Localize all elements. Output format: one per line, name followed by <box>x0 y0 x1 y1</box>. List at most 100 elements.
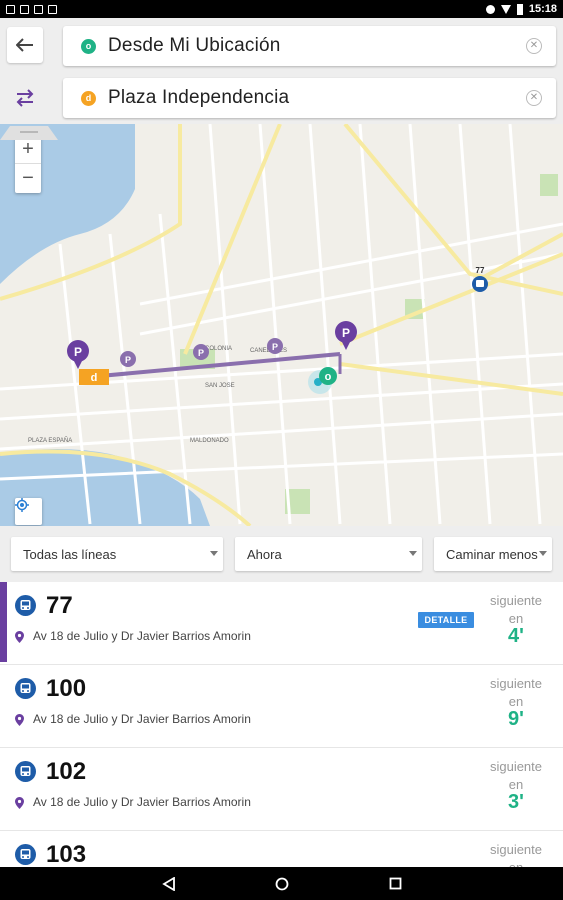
sync-icon <box>485 4 495 14</box>
nav-back-button[interactable] <box>149 867 189 900</box>
bus-icon <box>15 678 36 699</box>
eta-minutes: 4' <box>508 625 524 647</box>
origin-marker: o <box>319 367 337 385</box>
lines-dropdown[interactable]: Todas las líneas <box>11 537 223 571</box>
line-number: 77 <box>46 592 73 619</box>
time-dropdown[interactable]: Ahora <box>235 537 422 571</box>
arrow-left-icon <box>16 38 33 52</box>
street-label: PLAZA ESPAÑA <box>28 437 72 444</box>
parking-marker: P <box>335 321 357 350</box>
street-label: COLONIA <box>205 346 232 352</box>
system-nav-bar <box>0 867 563 900</box>
nav-home-button[interactable] <box>262 867 302 900</box>
eta-minutes: 3' <box>508 791 524 813</box>
parking-marker: P <box>193 344 209 360</box>
bus-icon <box>15 595 36 616</box>
notification-icon <box>48 4 57 14</box>
list-item[interactable]: 100 Av 18 de Julio y Dr Javier Barrios A… <box>0 665 563 748</box>
status-bar: 15:18 <box>0 0 563 18</box>
line-number: 102 <box>46 758 87 785</box>
svg-text:P: P <box>342 326 350 340</box>
caret-down-icon <box>210 551 218 556</box>
map-pin-icon <box>15 631 24 643</box>
svg-text:P: P <box>74 345 82 359</box>
svg-text:P: P <box>125 355 131 365</box>
bus-icon <box>15 761 36 782</box>
walk-dropdown-value: Caminar menos <box>446 546 538 562</box>
svg-text:o: o <box>325 371 332 383</box>
map-view[interactable]: COLONIA SAN JOSE MALDONADO CANELONES PLA… <box>0 124 563 526</box>
zoom-control: + − <box>15 136 41 193</box>
notification-icon <box>34 4 43 14</box>
back-button[interactable] <box>7 27 43 63</box>
lines-dropdown-value: Todas las líneas <box>23 546 117 562</box>
park <box>540 174 558 196</box>
origin-badge: o <box>81 38 96 54</box>
street-label: MALDONADO <box>190 438 229 444</box>
parking-marker: P <box>67 340 89 369</box>
line-number: 103 <box>46 841 87 867</box>
stop-name: Av 18 de Julio y Dr Javier Barrios Amori… <box>33 629 251 643</box>
caret-down-icon <box>409 551 417 556</box>
swap-button[interactable] <box>7 80 43 116</box>
map-canvas: COLONIA SAN JOSE MALDONADO CANELONES PLA… <box>0 124 563 526</box>
next-label-line1: siguiente <box>489 593 543 608</box>
list-item[interactable]: 103 siguiente en <box>0 831 563 867</box>
zoom-in-button[interactable]: + <box>15 136 41 164</box>
map-pin-icon <box>15 714 24 726</box>
next-label-line1: siguiente <box>489 759 543 774</box>
svg-text:P: P <box>272 342 278 352</box>
clear-origin-button[interactable]: ✕ <box>526 38 542 54</box>
wifi-icon <box>500 4 511 14</box>
svg-text:77: 77 <box>476 266 485 275</box>
notification-icons <box>6 4 57 14</box>
clock: 15:18 <box>528 3 557 15</box>
destination-badge: d <box>81 90 96 106</box>
bus-icon <box>15 844 36 865</box>
next-label-line1: siguiente <box>489 842 543 857</box>
next-arrival-label: siguiente en <box>486 675 546 711</box>
next-label-line1: siguiente <box>489 676 543 691</box>
notification-icon <box>6 4 15 14</box>
system-icons: 15:18 <box>485 3 557 15</box>
origin-value: Desde Mi Ubicación <box>108 35 281 56</box>
drag-handle[interactable] <box>0 124 58 140</box>
street-label: SAN JOSE <box>205 383 235 389</box>
next-arrival-label: siguiente en <box>486 592 546 628</box>
destination-marker: d <box>79 369 109 385</box>
svg-text:d: d <box>91 372 98 384</box>
walk-dropdown[interactable]: Caminar menos <box>434 537 552 571</box>
destination-value: Plaza Independencia <box>108 87 290 108</box>
circle-home-icon <box>275 877 289 890</box>
my-location-button[interactable] <box>15 498 42 525</box>
next-label-line2: en <box>486 859 546 867</box>
triangle-back-icon <box>162 876 175 891</box>
eta-minutes: 9' <box>508 708 524 730</box>
destination-field[interactable]: d Plaza Independencia ✕ <box>63 78 556 118</box>
zoom-out-button[interactable]: − <box>15 164 41 192</box>
crosshair-icon <box>15 498 29 512</box>
next-arrival-label: siguiente en <box>486 841 546 867</box>
clear-destination-button[interactable]: ✕ <box>526 90 542 106</box>
notification-icon <box>20 4 29 14</box>
origin-field[interactable]: o Desde Mi Ubicación ✕ <box>63 26 556 66</box>
walking-route-line <box>99 352 341 378</box>
line-number: 100 <box>46 675 87 702</box>
stop-name: Av 18 de Julio y Dr Javier Barrios Amori… <box>33 795 251 809</box>
swap-arrows-icon <box>16 89 34 107</box>
results-list: 77 Av 18 de Julio y Dr Javier Barrios Am… <box>0 582 563 867</box>
selected-indicator <box>0 582 7 662</box>
parking-marker: P <box>120 351 136 367</box>
app-screen: 15:18 o Desde Mi Ubicación ✕ d Plaza Ind… <box>0 0 563 900</box>
filter-bar: Todas las líneas Ahora Caminar menos <box>0 526 563 582</box>
list-item[interactable]: 77 Av 18 de Julio y Dr Javier Barrios Am… <box>0 582 563 665</box>
list-item[interactable]: 102 Av 18 de Julio y Dr Javier Barrios A… <box>0 748 563 831</box>
time-dropdown-value: Ahora <box>247 546 282 562</box>
nav-recents-button[interactable] <box>375 867 415 900</box>
battery-icon <box>516 3 523 15</box>
next-arrival-label: siguiente en <box>486 758 546 794</box>
map-pin-icon <box>15 797 24 809</box>
detail-button[interactable]: DETALLE <box>418 612 474 628</box>
caret-down-icon <box>539 551 547 556</box>
search-header: o Desde Mi Ubicación ✕ d Plaza Independe… <box>0 18 563 124</box>
